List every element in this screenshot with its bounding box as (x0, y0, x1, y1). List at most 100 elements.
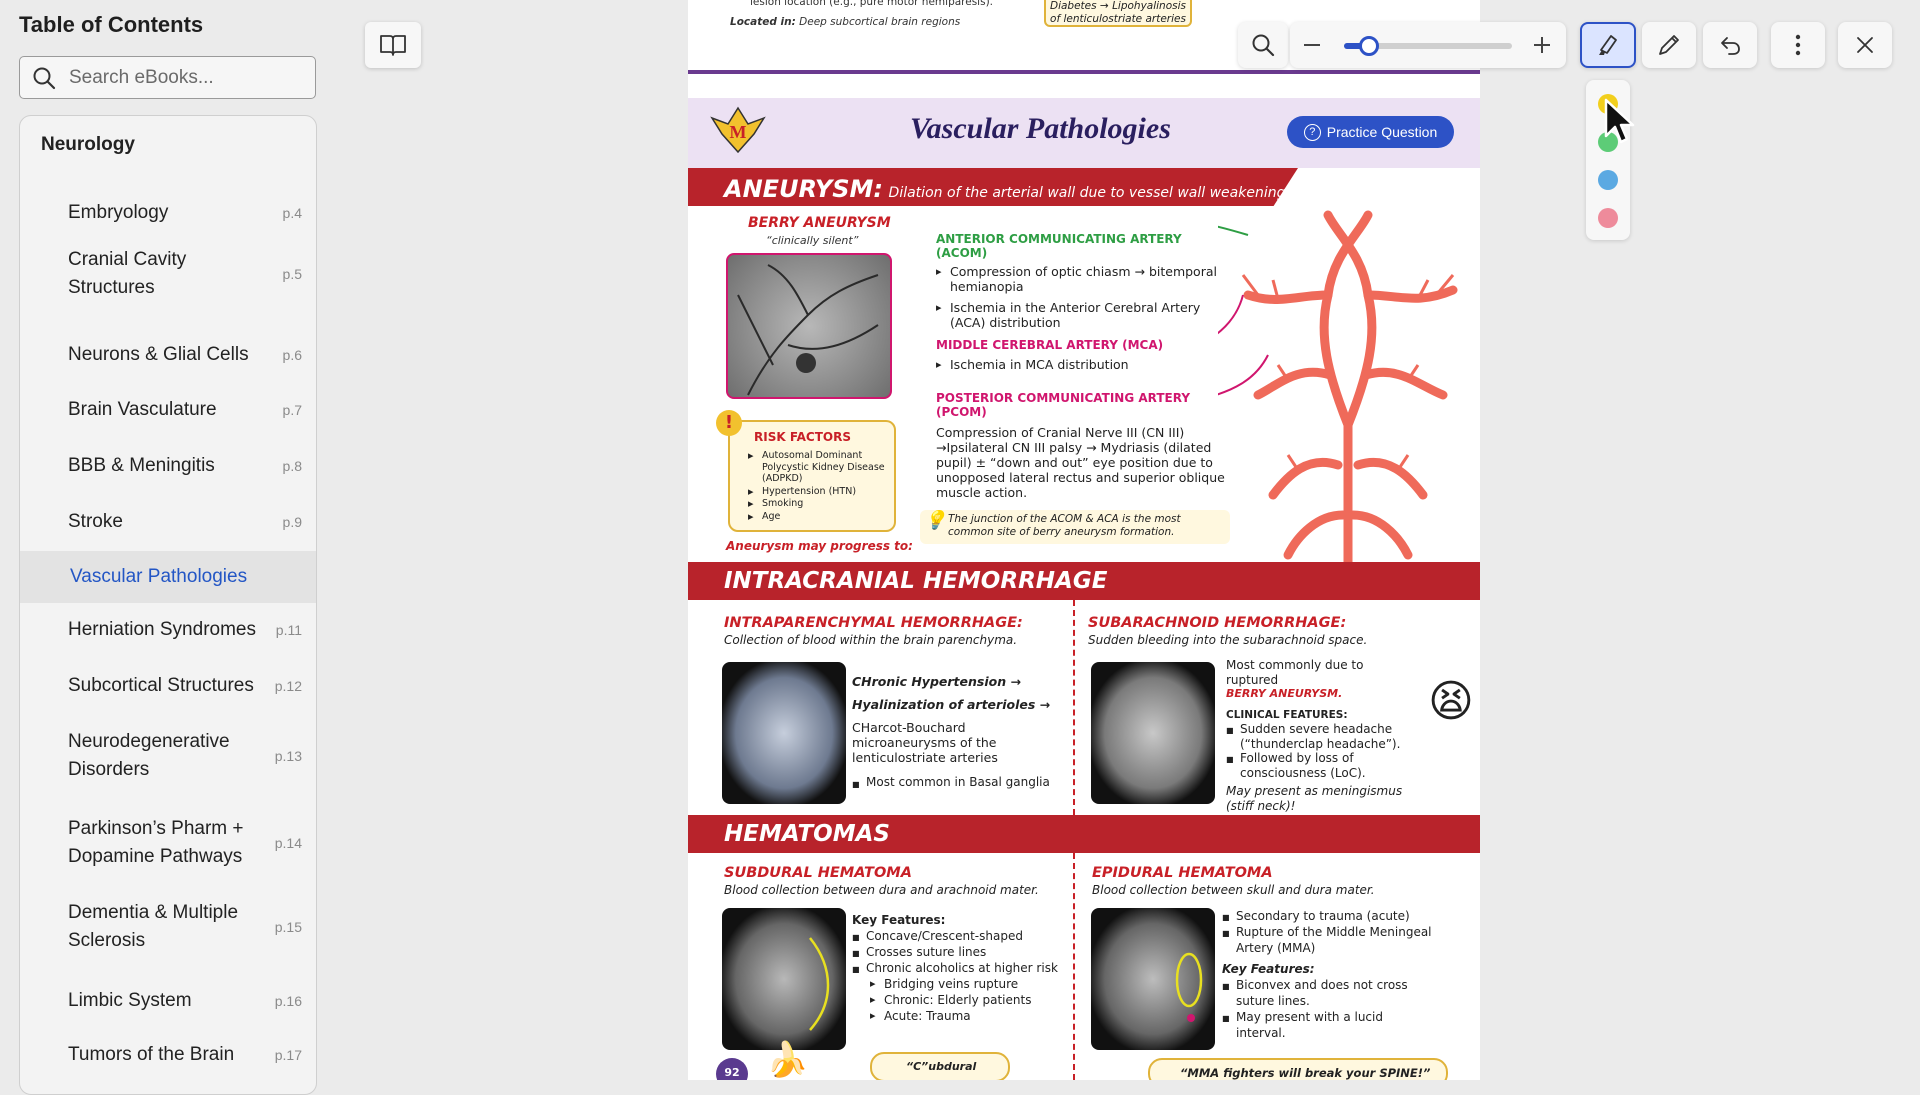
toc-item[interactable]: Stroke p.9 (20, 498, 316, 546)
search-icon (1252, 34, 1275, 57)
zoom-in-button[interactable] (1534, 37, 1550, 53)
toc-item-page: p.4 (282, 205, 302, 221)
document-page: lesion location (e.g., pure motor hemipa… (688, 0, 1480, 1080)
sdh-tip: “C”ubdural (870, 1052, 1010, 1080)
iph-title: INTRAPARENCHYMAL HEMORRHAGE: (724, 615, 1023, 631)
toc-item[interactable]: Embryology p.4 (20, 189, 316, 237)
aneurysm-band: ANEURYSM: Dilation of the arterial wall … (688, 168, 1298, 206)
banana-icon: 🍌 (766, 1040, 809, 1080)
table-of-contents-sidebar: Table of Contents Neurology Embryology p.… (0, 0, 330, 1095)
close-icon (1857, 37, 1873, 53)
page-number-badge: 92 (716, 1058, 748, 1080)
aneurysm-progress-text: Aneurysm may progress to: (726, 539, 913, 553)
zoom-slider[interactable] (1344, 36, 1512, 56)
toc-item-label: Cranial Cavity Structures (68, 249, 187, 298)
toc-item-page: p.8 (282, 458, 302, 474)
close-button[interactable] (1838, 22, 1892, 68)
toc-item[interactable]: Neurodegenerative Disorders p.13 (20, 718, 316, 794)
toc-panel: Neurology Embryology p.4 Cranial Cavity St… (19, 115, 317, 1095)
risk-factors-title: RISK FACTORS (754, 430, 852, 444)
undo-button[interactable] (1703, 22, 1757, 68)
edh-details: Secondary to trauma (acute) Rupture of t… (1222, 908, 1432, 1041)
color-swatch-pink[interactable] (1598, 208, 1618, 228)
page-header: M Vascular Pathologies ? Practice Questi… (688, 98, 1480, 168)
sah-ct-image (1091, 662, 1215, 804)
column-divider (1073, 600, 1075, 815)
toc-item[interactable]: Dementia & Multiple Sclerosis p.15 (20, 889, 316, 965)
sdh-subtitle: Blood collection between dura and arachn… (724, 883, 1039, 897)
toc-item-label: Neurodegenerative Disorders (68, 731, 230, 780)
iph-ct-image (722, 662, 846, 804)
color-swatch-blue[interactable] (1598, 170, 1618, 190)
search-box[interactable] (19, 56, 316, 99)
search-input[interactable] (69, 65, 304, 91)
berry-aneurysm-subtitle: “clinically silent” (766, 234, 859, 247)
headache-face-icon: 😫 (1428, 676, 1474, 727)
toc-item-page: p.15 (274, 919, 302, 935)
toc-title: Table of Contents (19, 12, 204, 37)
previous-section-text: lesion location (e.g., pure motor hemipa… (750, 0, 994, 8)
toc-item-label: Brain Vasculature (68, 399, 217, 420)
toc-item[interactable]: Parkinson’s Pharm + Dopamine Pathways p.1… (20, 805, 316, 881)
more-options-button[interactable] (1771, 22, 1825, 68)
toc-item[interactable]: BBB & Meningitis p.8 (20, 442, 316, 490)
toc-item[interactable]: Brain Vasculature p.7 (20, 386, 316, 434)
mouse-cursor-icon (1604, 98, 1635, 144)
lipohyalinosis-box: Diabetes → Lipohyalinosis of lenticulostr… (1044, 0, 1192, 27)
toc-item[interactable]: Herniation Syndromes p.11 (20, 606, 316, 654)
highlighter-button[interactable] (1580, 22, 1636, 68)
risk-factor-item: Autosomal Dominant Polycystic Kidney Dis… (748, 450, 890, 485)
acom-section: ANTERIOR COMMUNICATING ARTERY (ACOM) Com… (936, 232, 1226, 330)
practice-question-button[interactable]: ? Practice Question (1287, 116, 1454, 148)
toc-item[interactable]: Neurons & Glial Cells p.6 (20, 331, 316, 379)
hematomas-band: HEMATOMAS (688, 815, 1480, 853)
search-icon (33, 67, 56, 90)
toc-item-label: BBB & Meningitis (68, 455, 215, 476)
toc-item[interactable]: Cranial Cavity Structures p.5 (20, 236, 316, 312)
iph-details: CHronic Hypertension → Hyalinization of … (852, 674, 1067, 792)
toc-item-page: p.6 (282, 347, 302, 363)
toc-item[interactable]: Vascular Pathologies (20, 551, 316, 603)
lightbulb-icon: 💡 (924, 510, 947, 531)
zoom-slider-thumb[interactable] (1359, 36, 1380, 56)
toc-item-page: p.7 (282, 402, 302, 418)
book-toggle-button[interactable] (365, 22, 421, 68)
search-button[interactable] (1238, 22, 1288, 68)
toc-item-page: p.17 (274, 1047, 302, 1063)
pcom-section: POSTERIOR COMMUNICATING ARTERY (PCOM) Co… (936, 391, 1225, 500)
toc-section-title: Neurology (41, 134, 135, 155)
toc-item-label: Stroke (68, 511, 123, 532)
sdh-details: Key Features: Concave/Crescent-shaped Cr… (852, 912, 1072, 1024)
toc-item-label: Dementia & Multiple Sclerosis (68, 902, 239, 951)
toc-item-label: Tumors of the Brain (68, 1044, 235, 1065)
pencil-button[interactable] (1642, 22, 1696, 68)
edh-subtitle: Blood collection between skull and dura … (1092, 883, 1375, 897)
risk-factor-item: Age (748, 511, 890, 523)
mca-section: MIDDLE CEREBRAL ARTERY (MCA) Ischemia in… (936, 338, 1226, 372)
warning-icon: ! (716, 410, 742, 436)
angiogram-image (726, 253, 892, 399)
column-divider-2 (1073, 853, 1075, 1080)
divider (688, 70, 1480, 74)
toc-item[interactable]: Limbic System p.16 (20, 977, 316, 1025)
sah-details: Most commonly due to ruptured BERRY ANEU… (1226, 658, 1416, 813)
toc-item-page: p.12 (274, 678, 302, 694)
toc-item-label: Neurons & Glial Cells (68, 344, 249, 365)
located-in-line: Located in: Deep subcortical brain regio… (730, 16, 961, 28)
toc-item-page: p.13 (274, 748, 302, 764)
edh-title: EPIDURAL HEMATOMA (1092, 865, 1273, 881)
zoom-out-button[interactable] (1304, 44, 1320, 46)
highlighter-icon (1599, 35, 1617, 55)
toc-item-page: p.9 (282, 514, 302, 530)
toc-item[interactable]: Subcortical Structures p.12 (20, 662, 316, 710)
iph-subtitle: Collection of blood within the brain par… (724, 633, 1018, 647)
toc-item-label: Subcortical Structures (68, 675, 254, 696)
sah-title: SUBARACHNOID HEMORRHAGE: (1088, 615, 1347, 631)
zoom-control (1290, 22, 1566, 68)
pencil-icon (1659, 35, 1679, 55)
sdh-title: SUBDURAL HEMATOMA (724, 865, 912, 881)
more-icon (1795, 34, 1801, 56)
toc-item[interactable]: Tumors of the Brain p.17 (20, 1031, 316, 1079)
sdh-ct-image (722, 908, 846, 1050)
tip-box: 💡 The junction of the ACOM & ACA is the … (920, 510, 1230, 544)
